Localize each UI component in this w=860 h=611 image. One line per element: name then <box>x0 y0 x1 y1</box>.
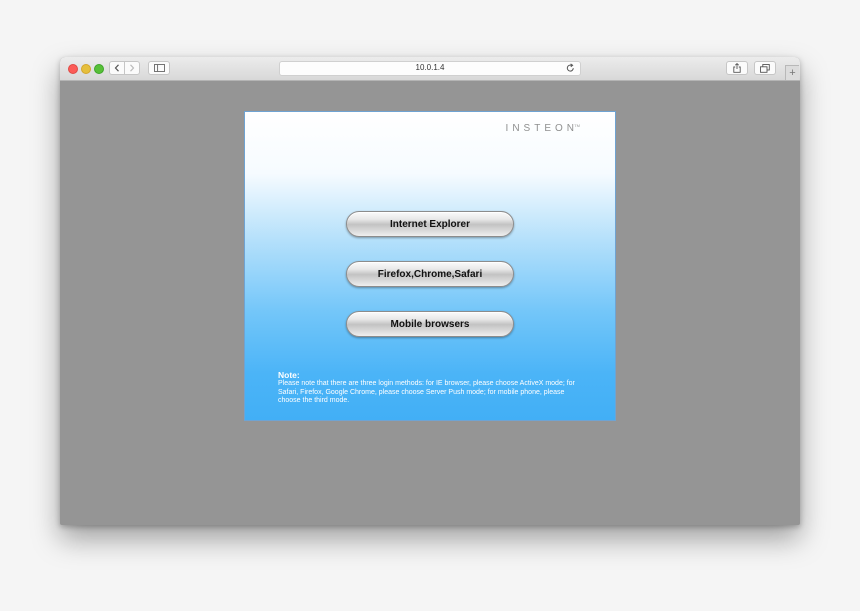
chevron-right-icon <box>130 64 135 72</box>
sidebar-toggle-button[interactable] <box>148 61 170 75</box>
browser-toolbar: 10.0.1.4 <box>60 57 800 81</box>
share-button[interactable] <box>726 61 748 75</box>
browser-window: 10.0.1.4 + INSTEON TM Internet Explorer … <box>60 57 800 525</box>
reload-icon[interactable] <box>566 63 575 73</box>
back-button[interactable] <box>109 61 125 75</box>
note-text: Please note that there are three login m… <box>278 380 575 405</box>
tabs-overview-button[interactable] <box>754 61 776 75</box>
address-text: 10.0.1.4 <box>415 63 445 72</box>
maximize-window-button[interactable] <box>94 64 104 74</box>
share-icon <box>733 63 741 73</box>
plus-icon: + <box>789 66 796 79</box>
firefox-chrome-safari-button[interactable]: Firefox,Chrome,Safari <box>346 261 514 287</box>
sidebar-icon <box>153 64 165 72</box>
login-note: Note: Please note that there are three l… <box>278 370 578 406</box>
login-panel: INSTEON TM Internet Explorer Firefox,Chr… <box>244 111 616 421</box>
chevron-left-icon <box>114 64 119 72</box>
note-title: Note: <box>278 370 300 380</box>
forward-button[interactable] <box>124 61 140 75</box>
close-window-button[interactable] <box>68 64 78 74</box>
new-tab-button[interactable]: + <box>785 65 799 80</box>
internet-explorer-button[interactable]: Internet Explorer <box>346 211 514 237</box>
address-bar[interactable]: 10.0.1.4 <box>279 61 581 76</box>
insteon-logo: INSTEON <box>505 123 578 134</box>
tabs-overview-icon <box>760 63 770 73</box>
mobile-browsers-button[interactable]: Mobile browsers <box>346 311 514 337</box>
trademark-mark: TM <box>574 123 580 128</box>
minimize-window-button[interactable] <box>81 64 91 74</box>
